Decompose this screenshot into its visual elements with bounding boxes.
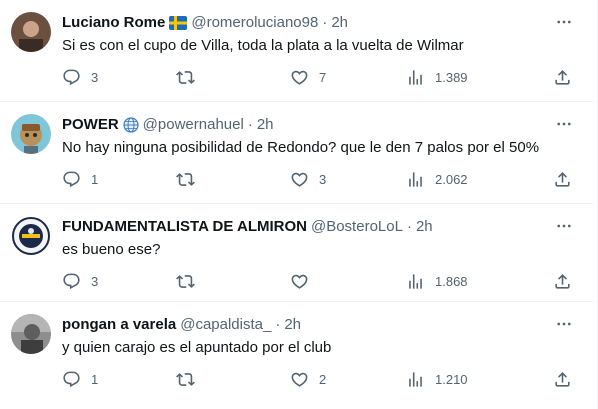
share-icon [555,371,570,387]
share-icon [555,69,570,85]
avatar[interactable] [11,216,51,256]
more-options-icon[interactable] [554,114,574,134]
like-count: 7 [319,69,327,85]
views-button[interactable]: 2.062 [406,168,468,190]
more-options-icon[interactable] [554,12,574,32]
reply-button[interactable]: 3 [62,66,98,88]
retweet-icon [176,372,195,386]
share-icon [555,171,570,187]
user-handle[interactable]: @BosteroLoL [311,217,403,237]
share-button[interactable] [553,66,572,88]
heart-icon [291,70,308,85]
reply-button[interactable]: 3 [62,270,98,292]
retweet-icon [176,70,195,84]
view-count: 1.389 [435,69,468,85]
like-button[interactable]: 2 [290,368,326,390]
tweet[interactable]: Luciano Rome @romeroluciano98 · 2h Si es… [0,0,594,102]
views-chart-icon [409,171,422,187]
retweet-button[interactable] [176,368,205,390]
reply-count: 1 [91,371,99,387]
timestamp[interactable]: 2h [284,315,301,335]
tweet-text: No hay ninguna posibilidad de Redondo? q… [62,139,540,156]
user-handle[interactable]: @powernahuel [143,115,244,135]
views-button[interactable]: 1.868 [406,270,468,292]
display-name[interactable]: FUNDAMENTALISTA DE ALMIRON [62,217,307,237]
more-options-icon[interactable] [554,216,574,236]
retweet-button[interactable] [176,66,205,88]
retweet-icon [176,274,195,288]
tweet-text: Si es con el cupo de Villa, toda la plat… [62,37,464,54]
like-button[interactable]: 3 [290,168,326,190]
reply-icon [63,371,80,387]
view-count: 1.868 [435,273,468,289]
timestamp[interactable]: 2h [416,217,433,237]
timestamp[interactable]: 2h [331,13,348,33]
heart-icon [291,372,308,387]
heart-icon [291,172,308,187]
display-name[interactable]: POWER [62,115,119,135]
reply-count: 1 [91,171,99,187]
like-count: 2 [319,371,327,387]
tweet-text: es bueno ese? [62,241,161,258]
display-name[interactable]: Luciano Rome [62,13,165,33]
avatar[interactable] [11,114,51,154]
tweet-header: pongan a varela @capaldista_ · 2h [62,315,301,335]
share-button[interactable] [553,368,572,390]
reply-icon [63,69,80,85]
views-chart-icon [409,273,422,289]
tweet-header: Luciano Rome @romeroluciano98 · 2h [62,13,348,33]
reply-button[interactable]: 1 [62,368,98,390]
retweet-button[interactable] [176,270,205,292]
sweden-flag-icon [169,16,188,30]
reply-count: 3 [91,273,99,289]
heart-icon [291,274,308,289]
action-bar: 3 1.868 [58,270,578,292]
action-bar: 3 7 1.389 [58,66,578,88]
tweet[interactable]: POWER @powernahuel · 2h No hay ninguna p… [0,102,594,204]
replies-feed: Luciano Rome @romeroluciano98 · 2h Si es… [0,0,598,409]
reply-button[interactable]: 1 [62,168,98,190]
action-bar: 1 3 2.062 [58,168,578,190]
like-button[interactable] [290,270,319,292]
more-options-icon[interactable] [554,314,574,334]
tweet[interactable]: pongan a varela @capaldista_ · 2h y quie… [0,302,594,409]
display-name[interactable]: pongan a varela [62,315,176,335]
globe-icon [123,117,139,133]
timestamp[interactable]: 2h [257,115,274,135]
tweet[interactable]: FUNDAMENTALISTA DE ALMIRON @BosteroLoL ·… [0,204,594,302]
views-chart-icon [409,371,422,387]
tweet-header: POWER @powernahuel · 2h [62,115,274,135]
views-button[interactable]: 1.389 [406,66,468,88]
reply-count: 3 [91,69,99,85]
tweet-text: y quien carajo es el apuntado por el clu… [62,339,332,356]
retweet-icon [176,172,195,186]
separator: · [322,14,328,31]
share-button[interactable] [553,168,572,190]
user-handle[interactable]: @capaldista_ [180,315,271,335]
like-count: 3 [319,171,327,187]
separator: · [406,218,412,235]
action-bar: 1 2 1.210 [58,368,578,390]
like-button[interactable]: 7 [290,66,326,88]
view-count: 1.210 [435,371,468,387]
reply-icon [63,171,80,187]
views-button[interactable]: 1.210 [406,368,468,390]
separator: · [247,116,253,133]
avatar[interactable] [11,314,51,354]
retweet-button[interactable] [176,168,205,190]
reply-icon [63,273,80,289]
views-chart-icon [409,69,422,85]
share-button[interactable] [553,270,572,292]
share-icon [555,273,570,289]
separator: · [275,316,281,333]
tweet-header: FUNDAMENTALISTA DE ALMIRON @BosteroLoL ·… [62,217,433,237]
user-handle[interactable]: @romeroluciano98 [191,13,318,33]
avatar[interactable] [11,12,51,52]
view-count: 2.062 [435,171,468,187]
